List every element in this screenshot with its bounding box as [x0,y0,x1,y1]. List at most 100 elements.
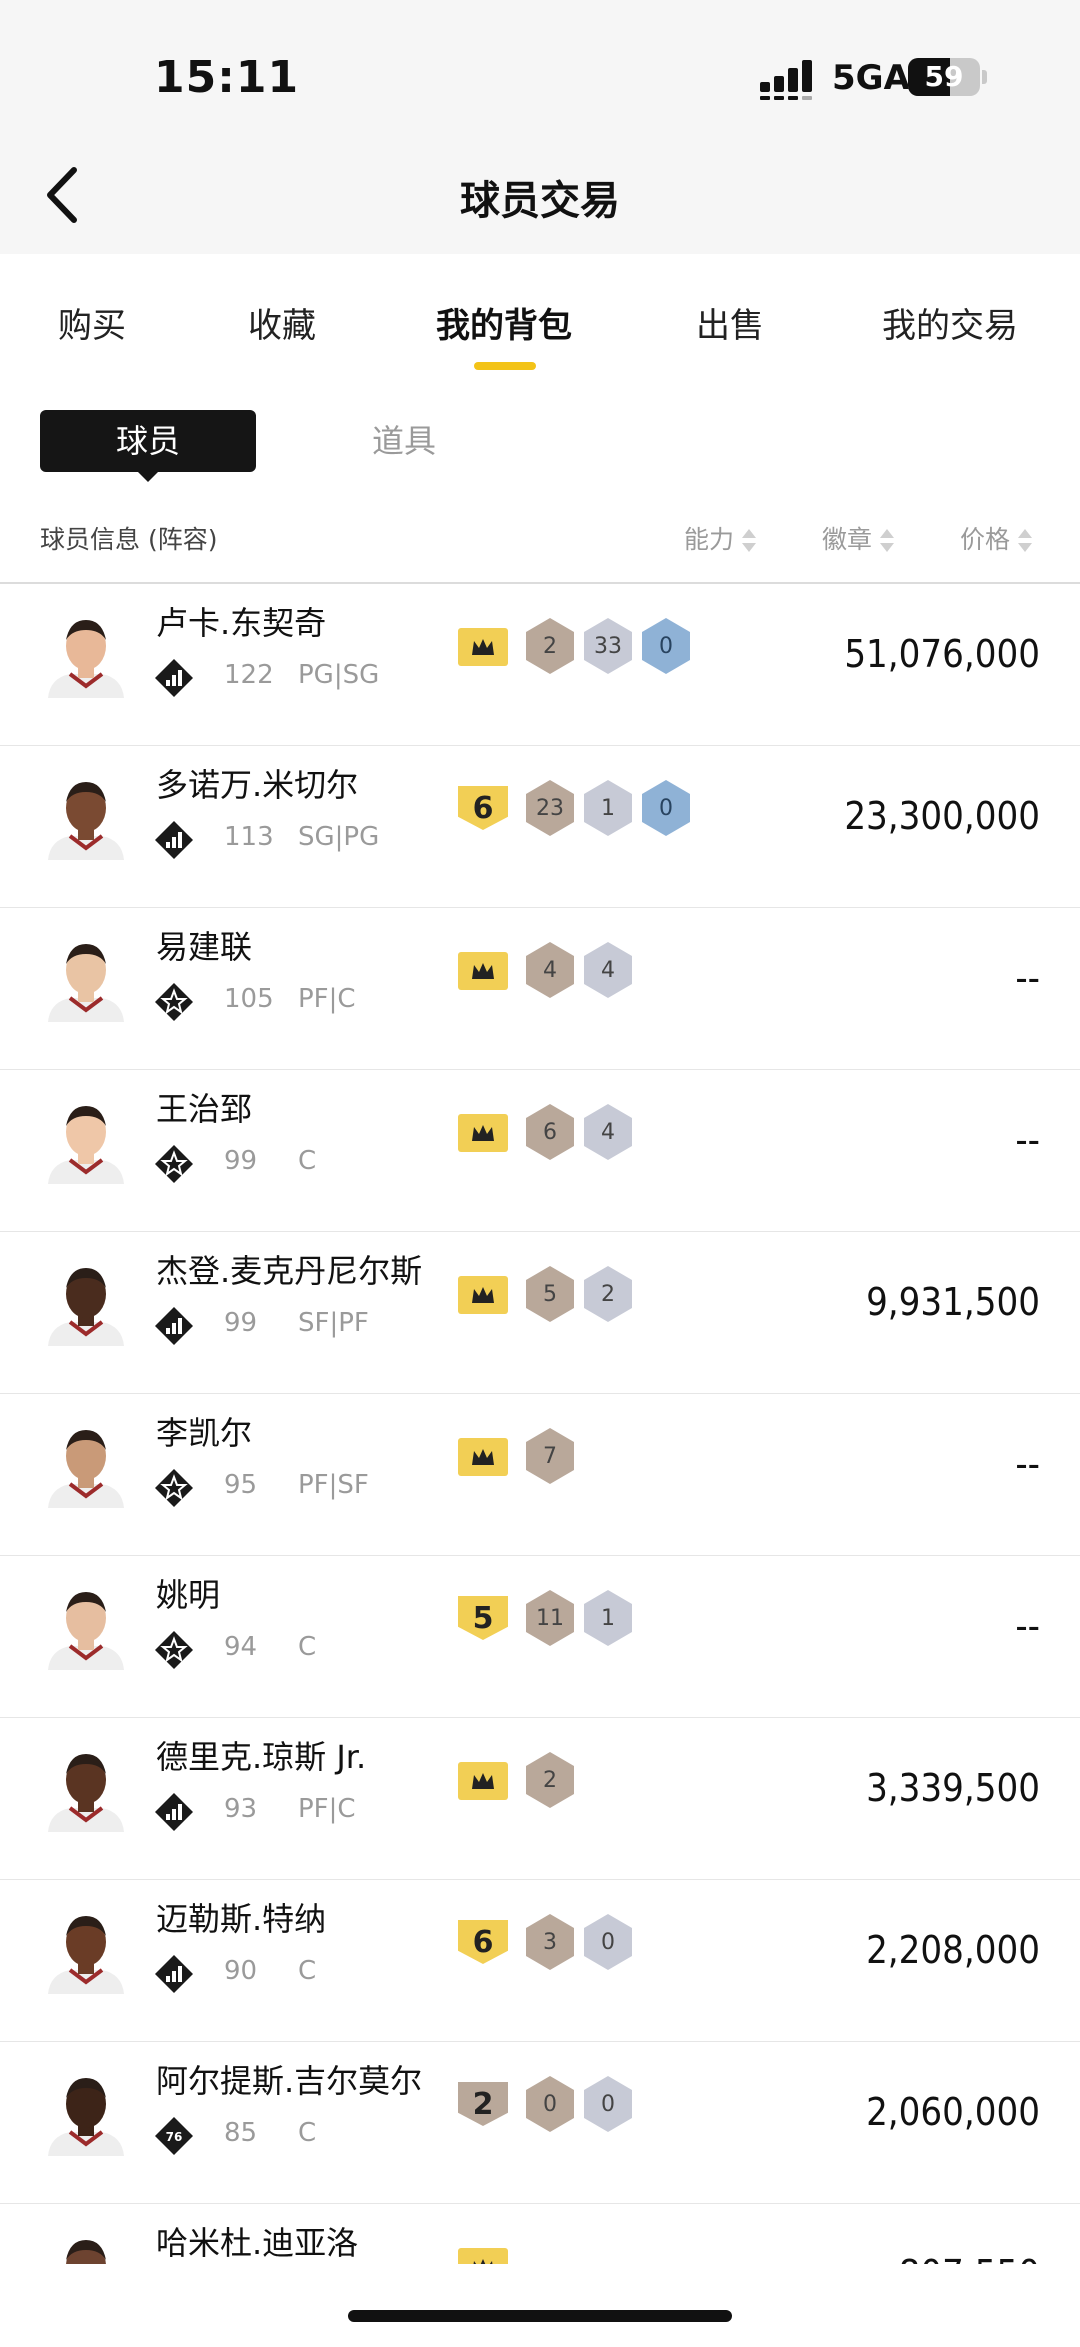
player-price: 2,060,000 [866,2090,1040,2134]
tab-my-backpack[interactable]: 我的背包 [436,298,572,347]
player-price: -- [1015,1604,1040,1648]
crown-glyph [472,963,494,979]
sort-ability[interactable]: 能力 [684,520,757,556]
subtab-players[interactable]: 球员 [40,410,256,472]
tab-my-trades[interactable]: 我的交易 [882,298,1018,347]
crown-icon [458,1762,508,1800]
player-row[interactable]: 李凯尔 95 PF|SF 7 -- [0,1394,1080,1556]
player-position: PF|C [298,1794,356,1824]
star-tier-icon [155,1469,193,1507]
player-avatar [48,1592,124,1670]
tab-buy[interactable]: 购买 [58,298,126,347]
rank-badge: 6 [458,786,508,830]
player-ovr: 113 [224,822,274,852]
player-avatar [48,782,124,860]
player-price: -- [1015,1442,1040,1486]
player-price: 807,550 [899,2252,1040,2264]
player-name: 李凯尔 [156,1414,253,1452]
player-ovr: 105 [224,984,274,1014]
player-row[interactable]: 杰登.麦克丹尼尔斯 99 SF|PF 5 2 9,931,500 [0,1232,1080,1394]
bronze-badge: 2 [526,618,574,674]
crown-icon [458,2248,508,2264]
active-tab-indicator [474,362,536,370]
silver-badge: 0 [584,2076,632,2132]
sort-price-label: 价格 [960,525,1011,554]
player-name: 杰登.麦克丹尼尔斯 [156,1252,423,1290]
player-price: 3,339,500 [866,1766,1040,1810]
tab-sell[interactable]: 出售 [696,298,764,347]
player-position: C [298,1632,317,1662]
sort-icon [880,529,895,553]
sort-price[interactable]: 价格 [960,520,1033,556]
crown-glyph [472,1773,494,1789]
bronze-badge: 4 [526,942,574,998]
star-tier-icon [155,1631,193,1669]
player-row[interactable]: 多诺万.米切尔 113 SG|PG 6 23 1 0 23,300,000 [0,746,1080,908]
player-ovr: 95 [224,1470,258,1500]
player-price: -- [1015,956,1040,1000]
player-row[interactable]: 德里克.琼斯 Jr. 93 PF|C 2 3,339,500 [0,1718,1080,1880]
silver-badge: 33 [584,618,632,674]
signal-tier-icon [155,1793,193,1831]
bronze-badge: 5 [526,1266,574,1322]
battery-percent: 59 [924,60,964,93]
bronze-badge: 3 [526,1914,574,1970]
player-row[interactable]: 卢卡.东契奇 122 PG|SG 2 33 0 51,076,000 [0,584,1080,746]
player-row[interactable]: 易建联 105 PF|C 4 4 -- [0,908,1080,1070]
player-name: 德里克.琼斯 Jr. [156,1738,367,1776]
player-row[interactable]: 王治郅 99 C 6 4 -- [0,1070,1080,1232]
subtab-pointer [136,470,160,482]
rank-badge: 2 [458,2082,508,2126]
player-position: PG|SG [298,660,380,690]
player-row[interactable]: 阿尔提斯.吉尔莫尔 76 85 C 2 0 0 2,060,000 [0,2042,1080,2204]
silver-badge: 2 [584,1266,632,1322]
crown-icon [458,628,508,666]
bronze-badge: 11 [526,1590,574,1646]
bronze-badge: 7 [526,1428,574,1484]
crown-glyph [472,2259,494,2264]
bronze-badge: 2 [526,1752,574,1808]
status-time: 15:11 [154,52,300,103]
player-ovr: 122 [224,660,274,690]
player-avatar [48,1106,124,1184]
player-ovr: 94 [224,1632,258,1662]
player-name: 易建联 [156,928,253,966]
silver-badge: 4 [584,942,632,998]
player-position: C [298,1956,317,1986]
player-price: 9,931,500 [866,1280,1040,1324]
player-ovr: 93 [224,1794,258,1824]
76-tier-icon: 76 [155,2117,193,2155]
player-row[interactable]: 哈米杜.迪亚洛 807,550 [0,2204,1080,2264]
tier-text: 76 [166,2130,183,2144]
player-row[interactable]: 姚明 94 C 5 11 1 -- [0,1556,1080,1718]
player-list: 卢卡.东契奇 122 PG|SG 2 33 0 51,076,000 多诺万.米切尔 11… [0,584,1080,2264]
player-ovr: 99 [224,1146,258,1176]
player-position: C [298,1146,317,1176]
crown-glyph [472,639,494,655]
star-tier-icon [155,983,193,1021]
player-ovr: 90 [224,1956,258,1986]
signal-tier-icon [155,659,193,697]
player-price: 23,300,000 [844,794,1040,838]
tab-favorites[interactable]: 收藏 [248,298,316,347]
silver-badge: 1 [584,1590,632,1646]
player-price: 2,208,000 [866,1928,1040,1972]
home-indicator[interactable] [348,2310,732,2322]
player-name: 姚明 [156,1576,221,1614]
blue-badge: 0 [642,618,690,674]
player-row[interactable]: 迈勒斯.特纳 90 C 6 3 0 2,208,000 [0,1880,1080,2042]
subtab-items[interactable]: 道具 [372,416,436,462]
signal-tier-icon [155,821,193,859]
silver-badge: 0 [584,1914,632,1970]
player-avatar [48,1916,124,1994]
crown-icon [458,1438,508,1476]
player-position: PF|SF [298,1470,369,1500]
blue-badge: 0 [642,780,690,836]
player-ovr: 99 [224,1308,258,1338]
player-position: SF|PF [298,1308,369,1338]
crown-glyph [472,1125,494,1141]
battery-icon: 59 [908,58,980,96]
player-name: 多诺万.米切尔 [156,766,359,804]
sort-badges[interactable]: 徽章 [822,520,895,556]
crown-icon [458,1276,508,1314]
